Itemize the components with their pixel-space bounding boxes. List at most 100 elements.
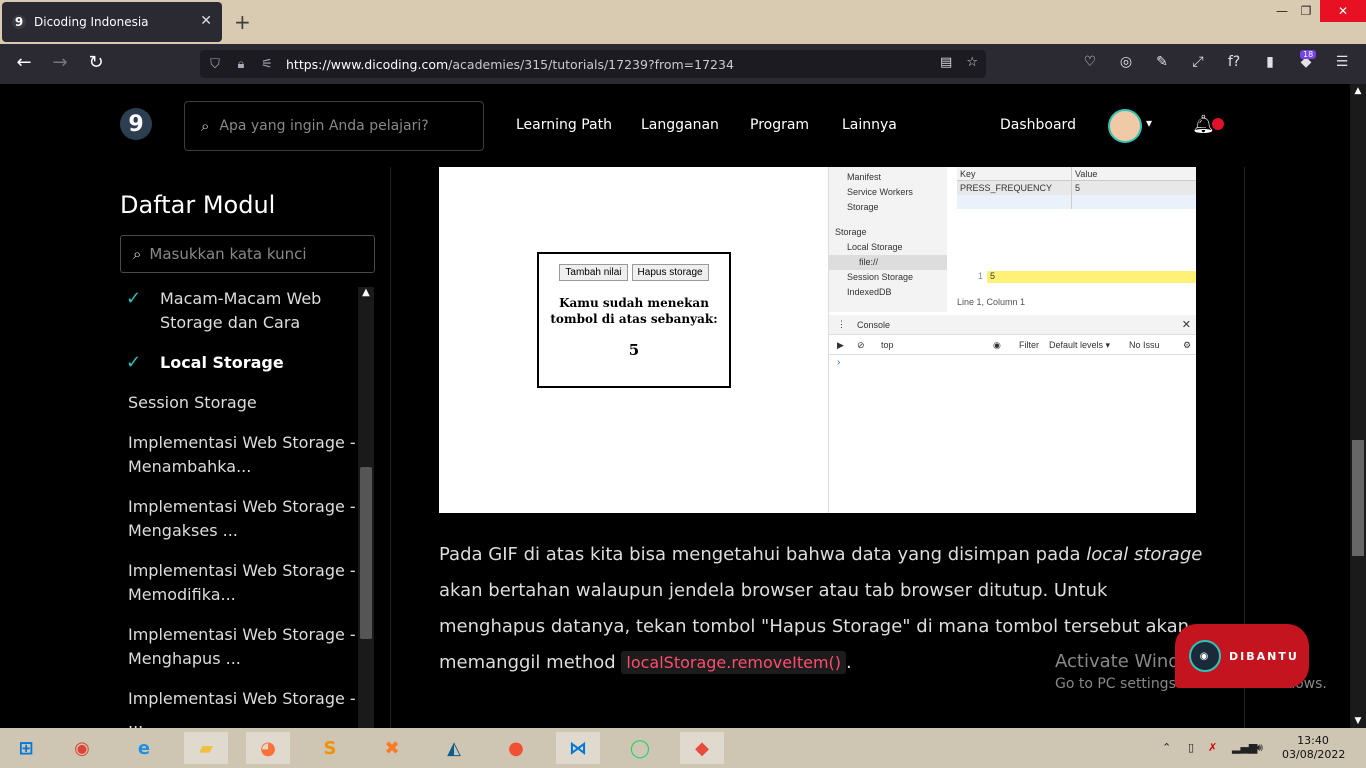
- expand-icon[interactable]: ⤢: [1188, 54, 1208, 70]
- search-icon: ⌕: [201, 117, 210, 135]
- chevron-up-icon[interactable]: ▲: [360, 287, 372, 298]
- module-item[interactable]: Implementasi Web Storage - ...: [120, 687, 356, 728]
- check-icon: ✓: [126, 288, 142, 309]
- chrome-icon[interactable]: ◉: [60, 732, 104, 764]
- devtools-console-toolbar: ▶ ⊘ top ◉ Filter Default levels ▾ No Iss…: [829, 335, 1196, 355]
- module-item[interactable]: Session Storage: [120, 391, 356, 415]
- chevron-down-icon[interactable]: ▾: [1146, 116, 1152, 130]
- page-scrollbar[interactable]: ▲ ▼: [1350, 84, 1366, 728]
- shield-icon[interactable]: ⛉: [204, 57, 226, 72]
- sublime-text-icon[interactable]: S: [308, 732, 352, 764]
- module-item-active[interactable]: ✓ Local Storage: [120, 351, 356, 375]
- col-key: Key: [957, 167, 1072, 180]
- tambah-nilai-button: Tambah nilai: [559, 264, 628, 281]
- wifi-signal-icon[interactable]: ▂▄▆: [1232, 741, 1257, 754]
- page-scrollbar-thumb[interactable]: [1352, 440, 1364, 556]
- module-item-label: Implementasi Web Storage - Mengakses ...: [128, 497, 356, 540]
- battery-icon[interactable]: ▯: [1188, 741, 1194, 754]
- volume-icon[interactable]: 🔊︎: [1256, 741, 1263, 755]
- app-diamond-icon[interactable]: ◆: [680, 732, 724, 764]
- devtools-value-preview: 1 5: [957, 271, 1196, 283]
- scroll-down-icon[interactable]: ▼: [1350, 716, 1366, 726]
- mysql-workbench-icon[interactable]: ◭: [432, 732, 476, 764]
- vscode-icon[interactable]: ⋈: [556, 732, 600, 764]
- extension-spy-icon[interactable]: ◎: [1116, 54, 1136, 70]
- tab-title: Dicoding Indonesia: [34, 15, 149, 29]
- extension-book-icon[interactable]: ▮: [1260, 54, 1280, 70]
- site-search-input[interactable]: ⌕ Apa yang ingin Anda pelajari?: [184, 101, 484, 151]
- module-list: ✓ Macam-Macam Web Storage dan Cara ✓ Loc…: [120, 287, 356, 728]
- notification-dot: [1212, 118, 1224, 130]
- restore-icon[interactable]: ❐: [1292, 0, 1320, 22]
- module-item[interactable]: Implementasi Web Storage - Menambahka...: [120, 431, 356, 479]
- bookmark-star-icon[interactable]: ☆: [966, 55, 978, 70]
- window-close-icon[interactable]: ✕: [1320, 0, 1366, 22]
- back-icon[interactable]: ←: [12, 52, 36, 73]
- new-tab-icon[interactable]: +: [234, 10, 251, 34]
- address-bar[interactable]: ⛉ 🔒︎ ⚟ https://www.dicoding.com/academie…: [200, 50, 986, 78]
- windows-start-icon[interactable]: ⊞: [4, 732, 48, 764]
- function-icon[interactable]: f?: [1224, 54, 1244, 70]
- reader-view-icon[interactable]: ▤: [940, 55, 952, 70]
- menu-program[interactable]: Program: [750, 117, 809, 133]
- preview-line-number: 1: [977, 271, 983, 281]
- demo-app: Tambah nilai Hapus storage Kamu sudah me…: [537, 252, 731, 388]
- menu-langganan[interactable]: Langganan: [641, 117, 719, 133]
- pocket-icon[interactable]: ♡: [1080, 54, 1100, 70]
- module-item-label: Implementasi Web Storage - Memodifika...: [128, 561, 356, 604]
- browser-toolbar: ← → ↻ ⛉ 🔒︎ ⚟ https://www.dicoding.com/ac…: [0, 44, 1366, 84]
- module-search-placeholder: Masukkan kata kunci: [149, 245, 307, 263]
- reload-icon[interactable]: ↻: [84, 52, 108, 73]
- pen-icon[interactable]: ✎: [1152, 54, 1172, 70]
- code-snippet: localStorage.removeItem(): [621, 651, 847, 674]
- devtools-panel: Manifest Service Workers Storage Storage…: [828, 167, 1196, 513]
- menu-learning-path[interactable]: Learning Path: [516, 117, 612, 133]
- devtools-session-storage: Session Storage: [847, 272, 914, 282]
- xampp-icon[interactable]: ✖: [370, 732, 414, 764]
- devtools-file: file://: [829, 255, 947, 270]
- whatsapp-icon[interactable]: ◯: [618, 732, 662, 764]
- lock-icon[interactable]: 🔒︎: [230, 57, 252, 72]
- devtools-local-storage: Local Storage: [847, 242, 903, 252]
- tab-close-icon[interactable]: ✕: [200, 13, 212, 29]
- module-item[interactable]: ✓ Macam-Macam Web Storage dan Cara: [120, 287, 356, 335]
- postman-icon[interactable]: ●: [494, 732, 538, 764]
- devtools-storage-header: Storage: [835, 227, 867, 237]
- browser-tab[interactable]: 9 Dicoding Indonesia ✕: [2, 2, 222, 42]
- row-key: PRESS_FREQUENCY: [957, 181, 1072, 195]
- file-explorer-icon[interactable]: ▰: [184, 732, 228, 764]
- dicoding-logo[interactable]: 9: [120, 108, 152, 140]
- module-search-input[interactable]: ⌕ Masukkan kata kunci: [120, 235, 375, 273]
- clock-time: 13:40: [1297, 734, 1329, 747]
- internet-explorer-icon[interactable]: e: [122, 732, 166, 764]
- url-host: https://www.dicoding.com: [286, 56, 449, 72]
- scroll-up-icon[interactable]: ▲: [1350, 86, 1366, 96]
- taskbar-clock[interactable]: 13:40 03/08/2022: [1282, 734, 1345, 762]
- module-item[interactable]: Implementasi Web Storage - Memodifika...: [120, 559, 356, 607]
- hamburger-menu-icon[interactable]: ☰: [1332, 54, 1352, 70]
- url-text[interactable]: https://www.dicoding.com/academies/315/t…: [286, 57, 734, 72]
- module-scrollbar-thumb[interactable]: [360, 467, 372, 639]
- para-text-1: Pada GIF di atas kita bisa mengetahui ba…: [439, 544, 1087, 565]
- dibantu-label: DIBANTU: [1229, 649, 1299, 663]
- module-item[interactable]: Implementasi Web Storage - Mengakses ...: [120, 495, 356, 543]
- module-scrollbar[interactable]: ▲: [358, 287, 374, 728]
- module-item-label: Implementasi Web Storage - Menghapus ...: [128, 625, 356, 668]
- devtools-status: Line 1, Column 1: [957, 297, 1026, 307]
- issues-indicator: No Issu: [1129, 340, 1160, 350]
- sidebar-toggle-icon: ▶: [837, 340, 844, 350]
- search-icon: ⌕: [133, 245, 142, 263]
- menu-lainnya[interactable]: Lainnya: [842, 117, 897, 133]
- demo-count: 5: [628, 341, 640, 359]
- network-disconnected-icon[interactable]: ✗: [1208, 741, 1217, 754]
- tray-chevron-up-icon[interactable]: ⌃: [1162, 741, 1171, 754]
- site-search-placeholder: Apa yang ingin Anda pelajari?: [219, 118, 429, 134]
- permissions-icon[interactable]: ⚟: [256, 57, 278, 72]
- browser-tab-strip: 9 Dicoding Indonesia ✕ + — ❐ ✕: [0, 0, 1366, 44]
- menu-dashboard[interactable]: Dashboard: [1000, 117, 1076, 133]
- firefox-icon[interactable]: ◕: [246, 732, 290, 764]
- dibantu-chat-button[interactable]: ◉ DIBANTU: [1175, 624, 1309, 688]
- avatar[interactable]: [1108, 109, 1142, 143]
- forward-icon[interactable]: →: [48, 52, 72, 73]
- module-item[interactable]: Implementasi Web Storage - Menghapus ...: [120, 623, 356, 671]
